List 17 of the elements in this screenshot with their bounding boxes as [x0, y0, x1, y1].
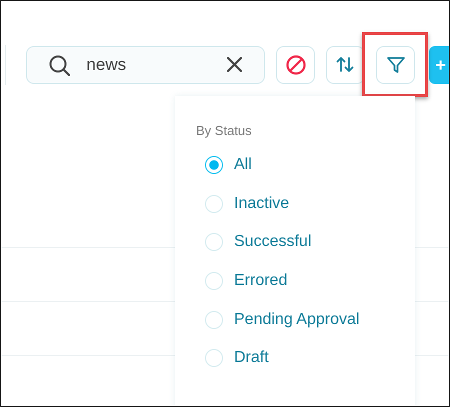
- blocked-icon: [286, 55, 306, 75]
- search-icon: [49, 55, 70, 76]
- sort-icon: [336, 55, 356, 75]
- radio-button[interactable]: [205, 156, 223, 174]
- option-label[interactable]: Errored: [234, 272, 288, 290]
- search-field[interactable]: news: [26, 46, 266, 84]
- section-heading: By Status: [196, 123, 253, 138]
- filter-icon: [386, 55, 406, 75]
- option-label[interactable]: Pending Approval: [234, 310, 360, 329]
- option-label[interactable]: Draft: [234, 349, 269, 368]
- option-label[interactable]: All: [234, 156, 252, 174]
- option-label[interactable]: Successful: [234, 233, 312, 252]
- close-icon: [226, 56, 244, 73]
- clear-button[interactable]: [226, 56, 244, 73]
- option-label[interactable]: Inactive: [234, 194, 290, 213]
- filter-button[interactable]: [376, 46, 416, 84]
- block-button[interactable]: [276, 46, 316, 84]
